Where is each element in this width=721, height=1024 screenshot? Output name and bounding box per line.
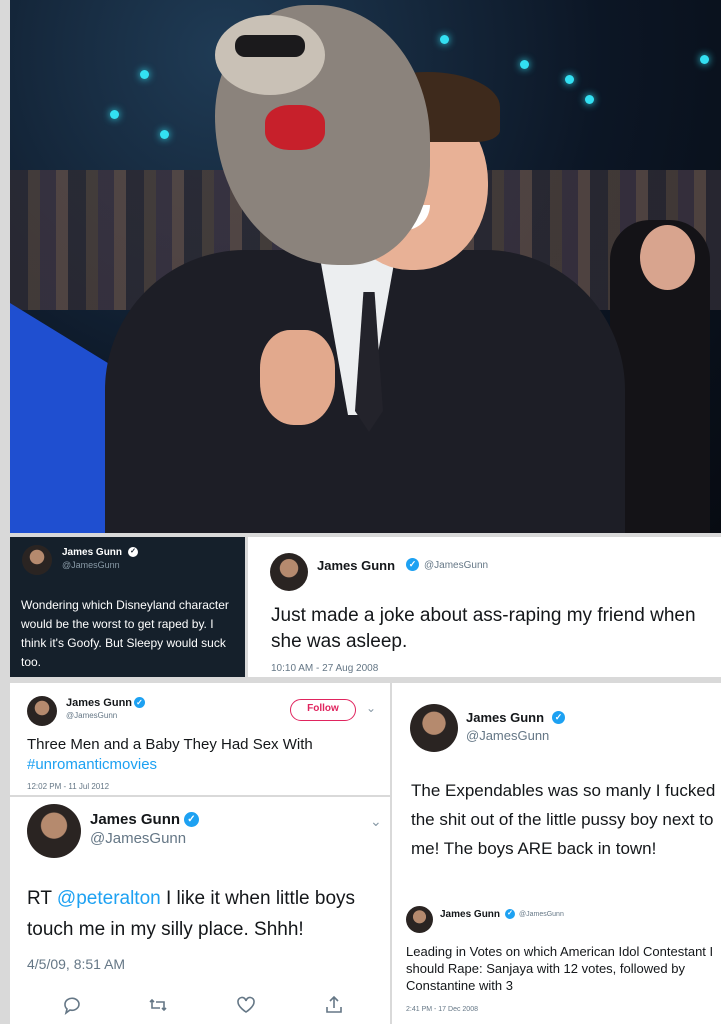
like-icon[interactable] xyxy=(236,995,256,1015)
rt-prefix: RT xyxy=(27,888,52,909)
avatar[interactable] xyxy=(27,696,57,726)
author-name[interactable]: James Gunn xyxy=(440,909,500,920)
tweet-timestamp[interactable]: 10:10 AM - 27 Aug 2008 xyxy=(271,663,378,674)
author-handle[interactable]: @JamesGunn xyxy=(519,911,564,918)
chevron-down-icon[interactable]: ⌄ xyxy=(370,813,382,830)
tweet-timestamp[interactable]: 12:02 PM - 11 Jul 2012 xyxy=(27,782,109,791)
avatar[interactable] xyxy=(270,553,308,591)
tweet-card: James Gunn ✓ @JamesGunn ⌄ RT @peteralton… xyxy=(10,797,390,1024)
verified-badge-icon: ✓ xyxy=(134,697,145,708)
red-carpet-photo xyxy=(10,0,721,533)
avatar[interactable] xyxy=(27,804,81,858)
author-handle[interactable]: @JamesGunn xyxy=(62,560,120,570)
share-icon[interactable] xyxy=(324,995,344,1015)
tweet-text-main: Three Men and a Baby They Had Sex With xyxy=(27,736,313,753)
tweet-text: RT @peteralton I like it when little boy… xyxy=(27,883,387,945)
tweet-text: Wondering which Disneyland character wou… xyxy=(21,598,229,669)
tweet-timestamp[interactable]: 4/5/09, 8:51 AM xyxy=(27,956,125,972)
tweet-timestamp[interactable]: 2:41 PM - 17 Dec 2008 xyxy=(406,1006,478,1013)
avatar[interactable] xyxy=(406,906,433,933)
tweet-card: James Gunn ✓ @JamesGunn Follow ⌄ Three M… xyxy=(10,683,390,795)
author-name[interactable]: James Gunn xyxy=(62,547,122,558)
author-name[interactable]: James Gunn xyxy=(466,710,544,725)
verified-badge-icon: ✓ xyxy=(406,558,419,571)
author-handle[interactable]: @JamesGunn xyxy=(66,711,117,720)
tweet-card: James Gunn ✓ @JamesGunn The Expendables … xyxy=(392,683,721,893)
verified-badge-icon: ✓ xyxy=(128,547,138,557)
author-name[interactable]: James Gunn xyxy=(66,697,132,709)
hashtag-link[interactable]: #unromanticmovies xyxy=(27,756,157,773)
mention-link[interactable]: @peteralton xyxy=(57,888,161,909)
tweet-text: Three Men and a Baby They Had Sex With #… xyxy=(27,735,382,775)
tweet-text: Just made a joke about ass-raping my fri… xyxy=(271,605,696,652)
avatar[interactable] xyxy=(410,704,458,752)
reply-icon[interactable] xyxy=(62,995,82,1015)
thumbs-up-hand xyxy=(260,330,335,425)
verified-badge-icon: ✓ xyxy=(552,711,565,724)
tweet-card: James Gunn ✓ @JamesGunn Wondering which … xyxy=(10,537,245,677)
author-handle[interactable]: @JamesGunn xyxy=(90,830,186,847)
author-handle[interactable]: @JamesGunn xyxy=(424,560,488,571)
verified-badge-icon: ✓ xyxy=(184,812,199,827)
author-name[interactable]: James Gunn xyxy=(317,558,395,573)
tweet-card: James Gunn ✓ @JamesGunn Just made a joke… xyxy=(248,537,721,677)
author-handle[interactable]: @JamesGunn xyxy=(466,728,549,743)
tweet-card: James Gunn ✓ @JamesGunn Leading in Votes… xyxy=(392,893,721,1024)
red-harness xyxy=(265,105,325,150)
avatar[interactable] xyxy=(22,545,52,575)
tweet-text: Leading in Votes on which American Idol … xyxy=(406,944,714,993)
tweet-text: The Expendables was so manly I fucked th… xyxy=(411,781,716,858)
follow-button[interactable]: Follow xyxy=(290,699,356,721)
chevron-down-icon[interactable]: ⌄ xyxy=(366,701,376,715)
author-name[interactable]: James Gunn xyxy=(90,811,180,828)
retweet-icon[interactable] xyxy=(148,995,168,1015)
verified-badge-icon: ✓ xyxy=(505,909,515,919)
